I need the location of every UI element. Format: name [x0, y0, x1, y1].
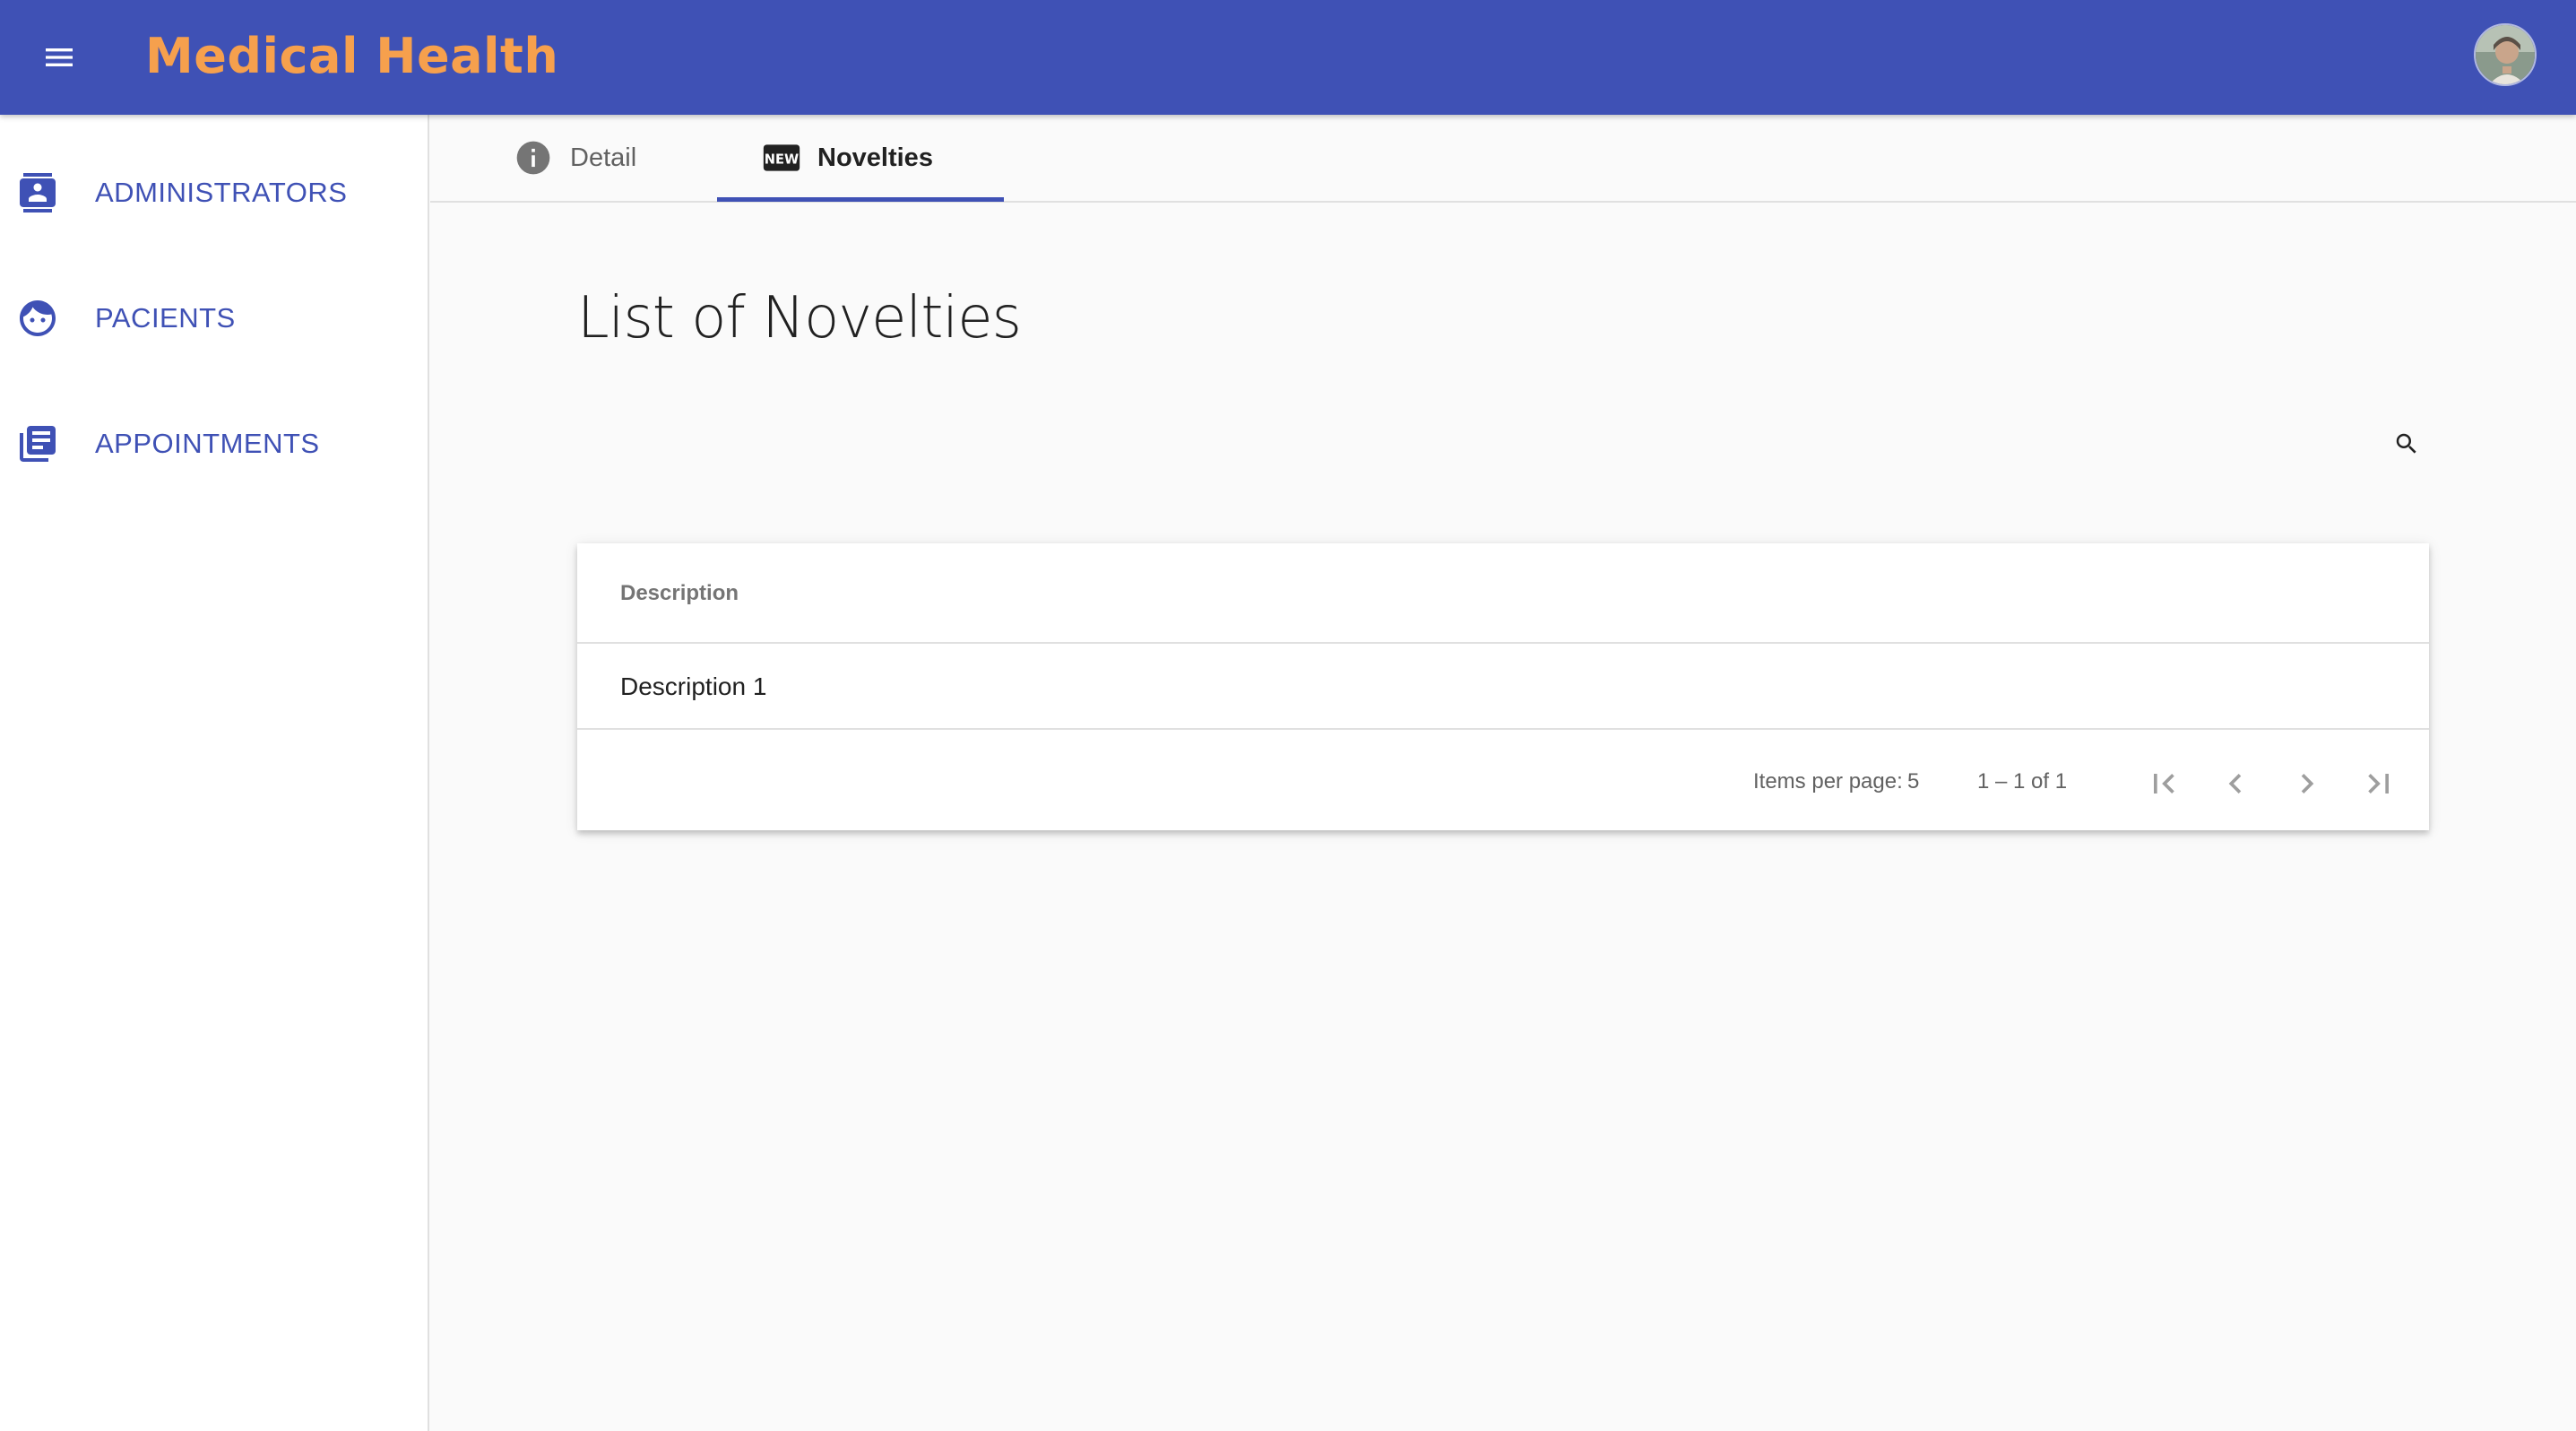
page-size-select[interactable]: 5 — [1907, 768, 1919, 796]
contact-card-icon — [20, 173, 56, 212]
page-range-label: 1 – 1 of 1 — [1977, 769, 2068, 794]
sidebar-item-pacients[interactable]: PACIENTS — [0, 269, 428, 368]
sidebar-item-label: APPOINTMENTS — [95, 428, 320, 459]
svg-text:NEW: NEW — [765, 152, 799, 167]
face-icon — [20, 300, 56, 336]
next-page-button[interactable] — [2282, 759, 2332, 809]
tab-label: Novelties — [817, 143, 933, 172]
search-button[interactable] — [2384, 421, 2429, 466]
previous-page-icon — [2228, 774, 2242, 794]
page-title: List of Novelties — [577, 285, 1022, 351]
library-books-icon — [20, 426, 56, 462]
active-tab-indicator — [717, 197, 1004, 202]
sidebar-item-appointments[interactable]: APPOINTMENTS — [0, 395, 428, 493]
first-page-button[interactable] — [2139, 759, 2189, 809]
new-releases-icon: NEW — [763, 144, 800, 171]
top-toolbar: Medical Health — [0, 0, 2576, 115]
column-header-description[interactable]: Description — [620, 579, 739, 608]
user-avatar[interactable] — [2474, 23, 2537, 86]
previous-page-button[interactable] — [2210, 759, 2260, 809]
last-page-icon — [2368, 774, 2389, 794]
menu-button[interactable] — [32, 30, 86, 84]
first-page-icon — [2154, 774, 2174, 794]
sidebar-item-label: ADMINISTRATORS — [95, 177, 348, 208]
tab-label: Detail — [570, 143, 637, 172]
tab-bar: Detail NEW Novelties — [430, 115, 2576, 203]
app-title: Medical Health — [145, 28, 559, 84]
info-icon — [516, 141, 550, 175]
table-row[interactable]: Description 1 — [577, 644, 2429, 730]
table-cell-description: Description 1 — [620, 672, 767, 700]
next-page-icon — [2301, 774, 2314, 794]
search-icon — [2396, 433, 2416, 454]
sidebar-item-administrators[interactable]: ADMINISTRATORS — [0, 143, 428, 242]
tab-detail[interactable]: Detail — [502, 115, 726, 201]
table-header-row: Description — [577, 543, 2429, 644]
tab-novelties[interactable]: NEW Novelties — [717, 115, 1004, 201]
novelties-table: Description Description 1 Items per page… — [577, 543, 2429, 830]
items-per-page-label: Items per page: — [1753, 769, 1903, 794]
last-page-button[interactable] — [2354, 759, 2404, 809]
sidebar-item-label: PACIENTS — [95, 302, 236, 334]
menu-icon — [46, 48, 73, 66]
paginator: Items per page: 5 1 – 1 of 1 — [577, 732, 2429, 830]
sidebar: ADMINISTRATORS PACIENTS APPOINTMENTS — [0, 115, 429, 1431]
